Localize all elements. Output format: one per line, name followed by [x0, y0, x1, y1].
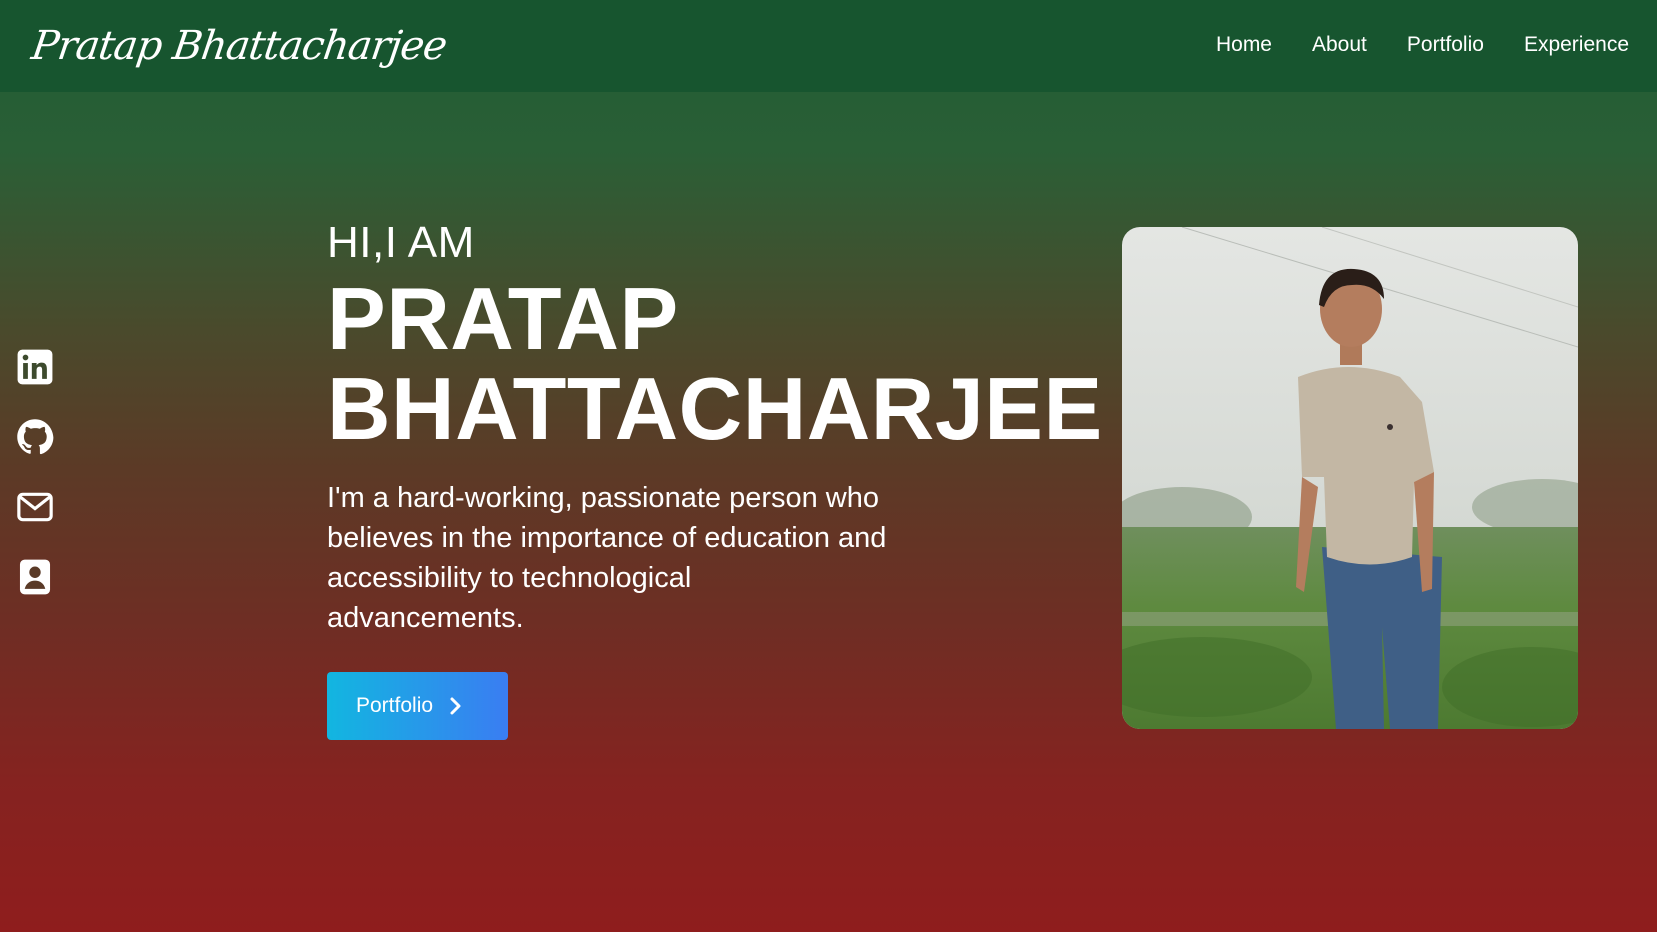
- hero-section: HI,I AM PRATAP BHATTACHARJEE I'm a hard-…: [327, 218, 1102, 740]
- mail-icon[interactable]: [16, 488, 54, 526]
- hero-name-last: BHATTACHARJEE: [327, 359, 1103, 458]
- hero-bio: I'm a hard-working, passionate person wh…: [327, 482, 887, 634]
- chevron-right-icon: [447, 695, 465, 717]
- portfolio-button[interactable]: Portfolio: [327, 672, 508, 740]
- portfolio-button-label: Portfolio: [356, 694, 434, 717]
- hero-greeting: HI,I AM: [327, 218, 475, 267]
- nav-about[interactable]: About: [1312, 33, 1367, 57]
- brand-logo[interactable]: Pratap Bhattacharjee: [29, 23, 449, 69]
- github-icon[interactable]: [16, 418, 54, 456]
- profile-photo: [1122, 227, 1578, 729]
- navbar: Pratap Bhattacharjee Home About Portfoli…: [0, 0, 1657, 92]
- social-links: [16, 348, 54, 596]
- contact-card-icon[interactable]: [16, 558, 54, 596]
- linkedin-icon[interactable]: [16, 348, 54, 386]
- nav-experience[interactable]: Experience: [1524, 33, 1629, 57]
- hero-name: PRATAP BHATTACHARJEE: [327, 274, 1102, 454]
- nav-links: Home About Portfolio Experience: [1216, 33, 1629, 57]
- nav-home[interactable]: Home: [1216, 33, 1272, 57]
- hero-name-first: PRATAP: [327, 269, 679, 368]
- nav-portfolio[interactable]: Portfolio: [1407, 33, 1484, 57]
